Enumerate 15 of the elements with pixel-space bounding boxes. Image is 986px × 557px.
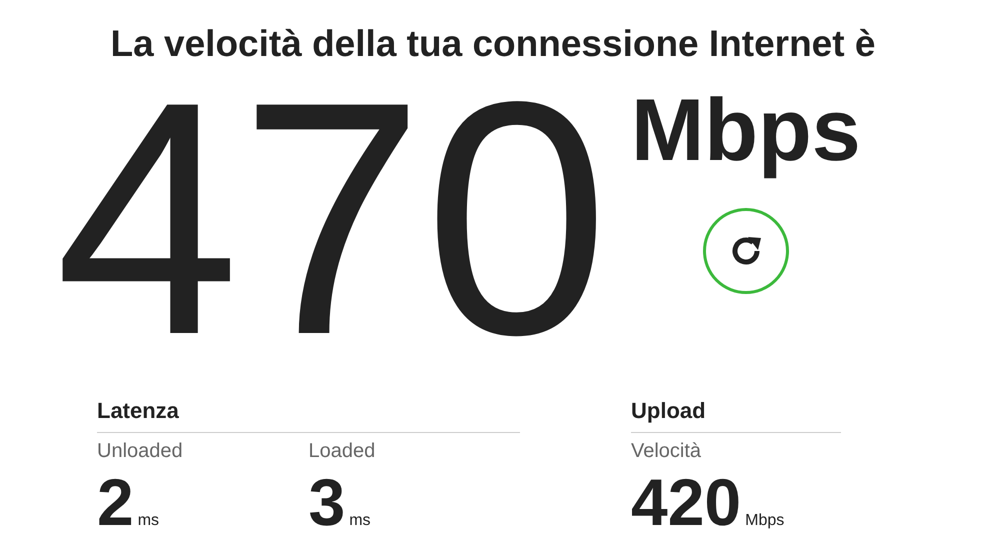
metric-value: 2: [97, 467, 134, 537]
metric-unit: ms: [138, 512, 160, 530]
section-title: Latenza: [97, 397, 180, 425]
metric-label: Unloaded: [97, 439, 183, 463]
metric-unit: Mbps: [745, 512, 784, 530]
metric-label: Velocità: [631, 439, 702, 463]
refresh-button[interactable]: [702, 208, 789, 294]
metric-label: Loaded: [308, 439, 376, 463]
speed-unit: Mbps: [630, 80, 861, 180]
metric-unit: ms: [349, 512, 371, 530]
page-title: La velocità della tua connessione Internet è: [110, 22, 876, 66]
metric-value: 3: [308, 467, 346, 537]
section-title: Upload: [631, 397, 707, 425]
speed-value: 470: [55, 74, 609, 354]
metric-value: 420: [631, 467, 742, 537]
